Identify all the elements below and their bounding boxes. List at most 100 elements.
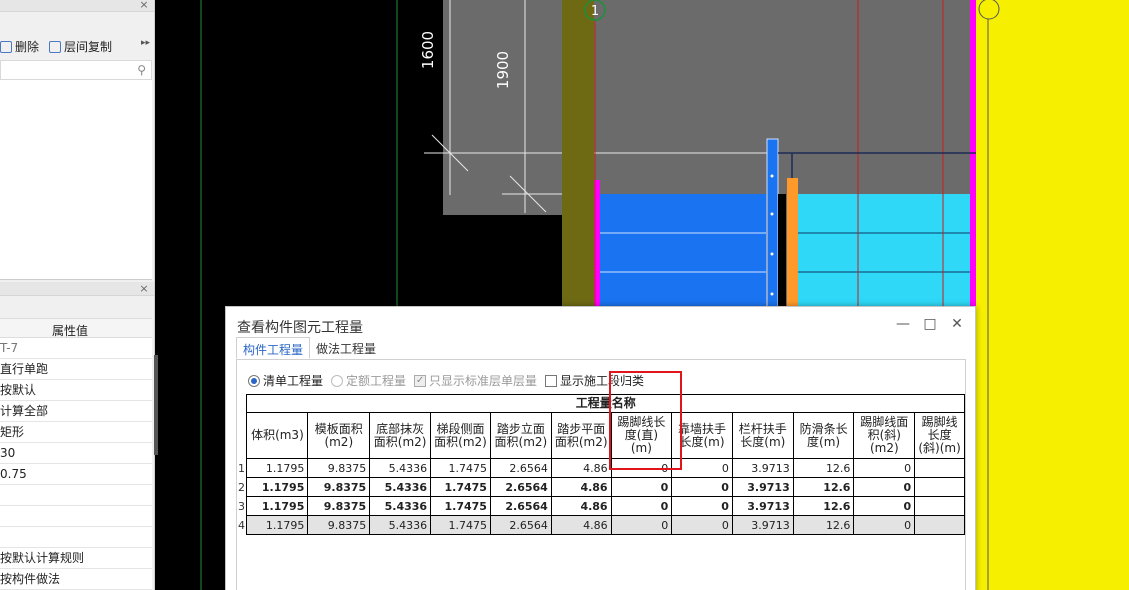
checkbox-checked-icon[interactable]: ✓ (414, 374, 427, 387)
column-header[interactable]: 踢脚线长度(直)(m) (610, 412, 673, 459)
tab-method-quantity[interactable]: 做法工程量 (310, 337, 382, 359)
table-cell[interactable]: 1.1795 (246, 477, 309, 497)
table-cell[interactable]: 4.86 (550, 477, 612, 497)
property-row[interactable]: 计算全部 (0, 401, 152, 422)
table-cell[interactable]: 4.86 (550, 515, 612, 535)
table-cell[interactable]: 1.7475 (430, 458, 491, 478)
table-cell[interactable]: 0 (671, 458, 733, 478)
table-cell[interactable]: 2.6564 (489, 477, 552, 497)
column-header[interactable]: 体积(m3) (246, 412, 309, 459)
table-cell[interactable]: 3.9713 (731, 458, 794, 478)
table-cell[interactable]: 0 (610, 477, 673, 497)
tab-component-quantity[interactable]: 构件工程量 (236, 337, 311, 359)
table-cell[interactable]: 0 (853, 496, 916, 516)
table-cell[interactable] (914, 477, 965, 497)
property-row[interactable] (0, 485, 152, 506)
table-cell[interactable]: 0 (671, 496, 733, 516)
column-header[interactable]: 靠墙扶手长度(m) (671, 412, 733, 459)
minimize-button[interactable]: — (894, 315, 912, 333)
table-cell[interactable]: 0 (853, 477, 916, 497)
column-header[interactable]: 底部抹灰面积(m2) (369, 412, 432, 459)
component-tree[interactable] (0, 80, 152, 280)
column-header[interactable]: 栏杆扶手长度(m) (731, 412, 794, 459)
copy-floor-button[interactable]: 层间复制 (49, 38, 112, 55)
table-cell[interactable] (914, 458, 965, 478)
table-cell[interactable]: 0 (671, 515, 733, 535)
property-row[interactable]: T-7 (0, 338, 152, 359)
table-cell[interactable]: 1.7475 (430, 477, 491, 497)
table-cell[interactable]: 0 (610, 515, 673, 535)
column-header[interactable]: 梯段侧面面积(m2) (430, 412, 491, 459)
table-cell[interactable]: 9.8375 (307, 515, 371, 535)
table-cell[interactable]: 5.4336 (369, 515, 432, 535)
stair-railing[interactable] (766, 138, 779, 316)
segment-option[interactable]: 显示施工段归类 (545, 372, 644, 389)
table-cell[interactable] (914, 515, 965, 535)
table-cell[interactable]: 4.86 (550, 496, 612, 516)
table-cell[interactable]: 9.8375 (307, 458, 371, 478)
table-row[interactable]: 3 1.1795 9.8375 5.4336 1.7475 2.6564 4.86 0 0 3.9… (237, 496, 965, 516)
table-cell[interactable]: 0 (853, 515, 916, 535)
quota-quantity-option[interactable]: 定额工程量 (331, 372, 406, 389)
table-cell[interactable]: 0 (853, 458, 916, 478)
column-header[interactable]: 防滑条长度(m) (792, 412, 855, 459)
stair-flight-cyan[interactable] (798, 194, 970, 315)
stair-handrail-orange[interactable] (787, 178, 798, 315)
column-header[interactable]: 踏步立面面积(m2) (489, 412, 552, 459)
std-floor-option[interactable]: ✓ 只显示标准层单层量 (414, 372, 537, 389)
table-cell[interactable]: 12.6 (792, 496, 855, 516)
property-row[interactable]: 按构件做法 (0, 569, 152, 590)
column-header[interactable]: 踢脚线面积(斜)(m2) (853, 412, 916, 459)
column-header[interactable]: 踏步平面面积(m2) (550, 412, 612, 459)
table-cell[interactable]: 1.7475 (430, 496, 491, 516)
column-header[interactable]: 踢脚线长度(斜)(m) (914, 412, 965, 459)
table-cell[interactable]: 12.6 (792, 477, 855, 497)
table-cell[interactable]: 1.1795 (246, 458, 309, 478)
close-icon[interactable]: × (138, 0, 150, 11)
table-cell[interactable]: 1.7475 (430, 515, 491, 535)
property-row[interactable] (0, 506, 152, 527)
table-cell[interactable]: 9.8375 (307, 477, 371, 497)
table-row[interactable]: 1 1.1795 9.8375 5.4336 1.7475 2.6564 4.86 0 0 3.9… (237, 458, 965, 478)
search-icon[interactable]: ⚲ (137, 63, 146, 77)
table-row[interactable]: 4 1.1795 9.8375 5.4336 1.7475 2.6564 4.86 0 0 3.9… (237, 515, 965, 535)
list-quantity-option[interactable]: 清单工程量 (248, 372, 323, 389)
table-cell[interactable]: 12.6 (792, 515, 855, 535)
property-row[interactable]: 矩形 (0, 422, 152, 443)
property-row[interactable]: 按默认 (0, 380, 152, 401)
toolbar-overflow-icon[interactable]: ▸▸ (141, 38, 150, 48)
table-cell[interactable]: 0 (671, 477, 733, 497)
axis-bubble-right[interactable] (978, 0, 1000, 20)
table-cell[interactable]: 4.86 (550, 458, 612, 478)
table-cell[interactable]: 2.6564 (489, 515, 552, 535)
close-button[interactable]: ✕ (948, 315, 966, 333)
table-cell[interactable]: 9.8375 (307, 496, 371, 516)
table-cell[interactable]: 5.4336 (369, 458, 432, 478)
table-row[interactable]: 2 1.1795 9.8375 5.4336 1.7475 2.6564 4.86 0 0 3.9… (237, 477, 965, 497)
table-cell[interactable]: 5.4336 (369, 496, 432, 516)
table-cell[interactable]: 5.4336 (369, 477, 432, 497)
table-cell[interactable]: 1.1795 (246, 496, 309, 516)
stair-flight-blue[interactable] (600, 194, 766, 315)
column-header[interactable]: 模板面积(m2) (307, 412, 371, 459)
component-search-input[interactable]: ⚲ (0, 60, 152, 80)
table-cell[interactable]: 2.6564 (489, 458, 552, 478)
property-row[interactable]: 0.75 (0, 464, 152, 485)
table-cell[interactable]: 2.6564 (489, 496, 552, 516)
table-cell[interactable]: 0 (610, 496, 673, 516)
radio-selected-icon[interactable] (248, 374, 260, 387)
table-cell[interactable]: 12.6 (792, 458, 855, 478)
checkbox-icon[interactable] (545, 374, 558, 387)
table-cell[interactable]: 3.9713 (731, 496, 794, 516)
table-cell[interactable]: 3.9713 (731, 477, 794, 497)
property-row[interactable]: 直行单跑 (0, 359, 152, 380)
property-row[interactable]: 30 (0, 443, 152, 464)
table-cell[interactable]: 3.9713 (731, 515, 794, 535)
table-cell[interactable]: 1.1795 (246, 515, 309, 535)
property-row[interactable]: 按默认计算规则 (0, 548, 152, 569)
property-row[interactable] (0, 527, 152, 548)
table-cell[interactable] (914, 496, 965, 516)
close-icon[interactable]: × (138, 283, 150, 295)
table-cell[interactable]: 0 (610, 458, 673, 478)
delete-button[interactable]: 删除 (0, 38, 39, 55)
